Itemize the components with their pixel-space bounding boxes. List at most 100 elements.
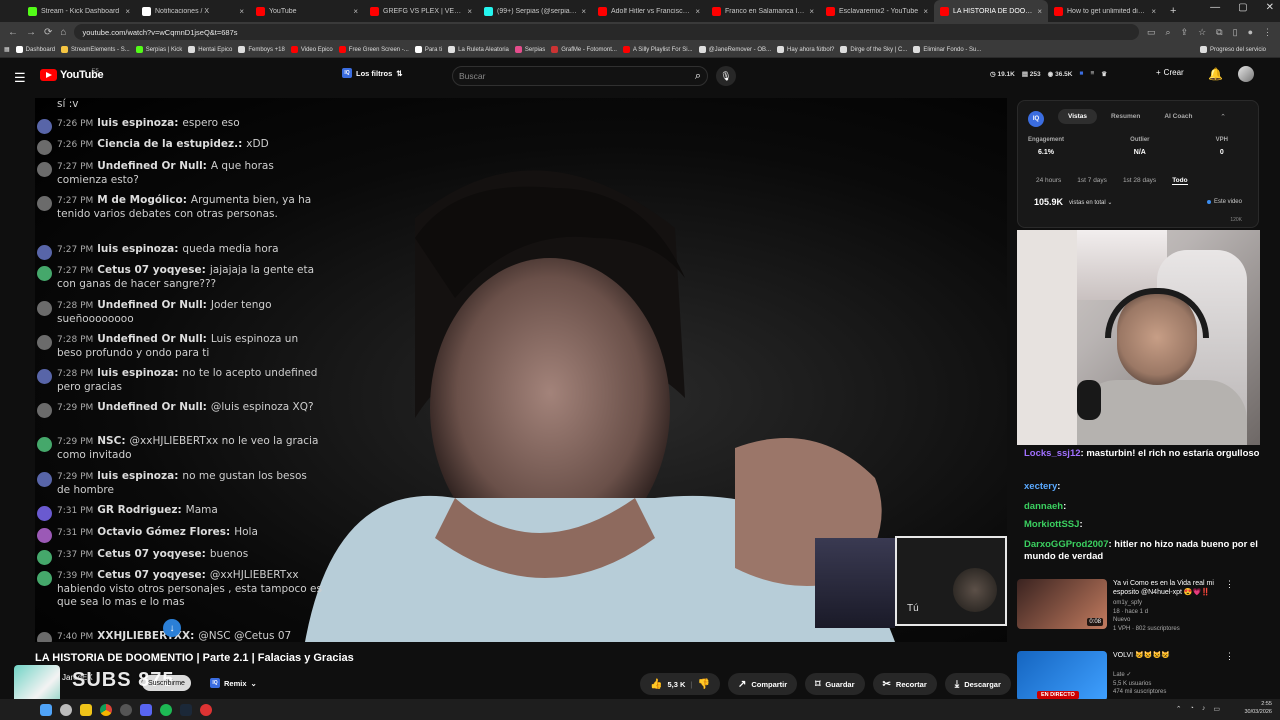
menu-icon[interactable]: ☰ <box>14 70 26 86</box>
share-button[interactable]: ↗ Compartir <box>727 673 798 695</box>
create-button[interactable]: + Crear <box>1156 68 1184 77</box>
bookmark-item[interactable]: StreamElements - S... <box>61 46 130 53</box>
bookmark-item[interactable]: Hay ahora fútbol? <box>777 46 834 53</box>
like-button[interactable]: 👍 5,3 K | 👎 <box>640 673 720 695</box>
windows-start-icon[interactable] <box>40 703 52 716</box>
browser-menu-icon[interactable]: ⋮ <box>1263 27 1272 38</box>
browser-tab[interactable]: Stream - Kick Dashboard × <box>22 0 136 22</box>
back-icon[interactable]: ← <box>8 27 18 38</box>
bookmark-star-icon[interactable]: ☆ <box>1198 27 1206 38</box>
browser-tab[interactable]: (99+) Serpias (@serpias) | TikTok × <box>478 0 592 22</box>
bookmark-item[interactable]: Free Green Screen -... <box>338 46 409 53</box>
close-tab-icon[interactable]: × <box>467 7 472 16</box>
scroll-down-icon[interactable]: ↓ <box>163 619 181 637</box>
app-red-icon[interactable] <box>200 703 212 716</box>
wifi-icon[interactable]: ◔ <box>1190 705 1194 713</box>
bookmark-item[interactable]: Hentai Epico <box>188 46 232 53</box>
bookmark-item[interactable]: Dirge of the Sky | C... <box>840 46 907 53</box>
close-tab-icon[interactable]: × <box>809 7 814 16</box>
account-avatar[interactable] <box>1238 66 1254 82</box>
rec-title[interactable]: VOLVI 😺😺😺😺 <box>1113 651 1233 660</box>
reload-icon[interactable]: ⟳ <box>44 27 52 38</box>
extensions-icon[interactable]: ⧉ <box>1216 27 1222 38</box>
close-tab-icon[interactable]: × <box>125 7 130 16</box>
minimize-icon[interactable]: — <box>1210 2 1220 13</box>
collapse-icon[interactable]: ⌃ <box>1220 113 1226 121</box>
bookmark-item[interactable]: Eliminar Fondo - Su... <box>913 46 981 53</box>
iq-tool-icon[interactable]: ■ <box>1080 70 1084 78</box>
discord-icon[interactable] <box>140 703 152 716</box>
browser-tab[interactable]: How to get unlimited diamonds× <box>1048 0 1162 22</box>
chrome-icon[interactable] <box>100 703 112 716</box>
bookmark-item[interactable]: Progreso del servicio <box>1199 46 1276 53</box>
total-views-dropdown[interactable]: vistas en total ⌄ <box>1069 199 1112 206</box>
browser-tab[interactable]: Franco en Salamanca I. 1937× <box>706 0 820 22</box>
close-tab-icon[interactable]: × <box>353 7 358 16</box>
close-tab-icon[interactable]: × <box>581 7 586 16</box>
iq-range-option[interactable]: Todo <box>1172 177 1188 185</box>
video-player[interactable]: sí :v 7:26 PM luis espinoza: espero eso 7:26… <box>35 98 1007 642</box>
iq-range-option[interactable]: 1st 7 days <box>1077 177 1107 185</box>
search-icon[interactable]: ⌕ <box>695 70 701 83</box>
sidepanel-icon[interactable]: ▯ <box>1233 27 1238 38</box>
home-icon[interactable]: ⌂ <box>60 27 66 38</box>
browser-tab[interactable]: Notificaciones / X × <box>136 0 250 22</box>
download-button[interactable]: ⤓ Descargar <box>944 673 1011 695</box>
remix-button[interactable]: IQ Remix ⌄ <box>204 675 263 691</box>
browser-tab[interactable]: Esclavaremix2 - YouTube × <box>820 0 934 22</box>
rec-more-icon[interactable]: ⋮ <box>1225 651 1234 662</box>
rec-thumbnail[interactable]: EN DIRECTO <box>1017 651 1107 701</box>
bookmark-item[interactable]: GrafMe - Fotomont... <box>551 46 617 53</box>
thumbs-down-icon[interactable]: 👎 <box>698 679 710 690</box>
new-tab-icon[interactable]: + <box>1162 5 1184 17</box>
file-explorer-icon[interactable] <box>80 703 92 716</box>
clip-button[interactable]: ✂ Recortar <box>872 673 937 695</box>
close-tab-icon[interactable]: × <box>923 7 928 16</box>
search-taskbar-icon[interactable] <box>60 703 72 716</box>
iq-tab[interactable]: Resumen <box>1101 109 1150 124</box>
forward-icon[interactable]: → <box>26 27 36 38</box>
iq-tab[interactable]: Vistas <box>1058 109 1098 124</box>
url-field[interactable]: youtube.com/watch?v=wCqmnD1jseQ&t=687s <box>74 24 1139 40</box>
browser-tab[interactable]: LA HISTORIA DE DOOMENTIO × <box>934 0 1048 22</box>
cast-icon[interactable]: ▭ <box>1147 27 1156 38</box>
clock[interactable]: 2:55 30/03/2026 <box>1244 701 1272 716</box>
close-window-icon[interactable]: ✕ <box>1266 2 1274 13</box>
subscribe-button[interactable]: Suscribirme <box>142 675 191 691</box>
bookmark-item[interactable]: A Silly Playlist For Si... <box>622 46 693 53</box>
close-tab-icon[interactable]: × <box>1037 7 1042 16</box>
close-tab-icon[interactable]: × <box>1151 7 1156 16</box>
profile-icon[interactable]: ● <box>1248 27 1253 38</box>
rec-thumbnail[interactable]: 0:08 <box>1017 579 1107 629</box>
volume-icon[interactable]: ♪ <box>1202 705 1206 713</box>
iq-range-option[interactable]: 1st 28 days <box>1123 177 1156 185</box>
bookmark-item[interactable]: Para ti <box>414 46 442 53</box>
mic-icon[interactable]: 🎙 <box>716 66 736 86</box>
bookmark-item[interactable]: Serpias <box>514 46 545 53</box>
browser-tab[interactable]: Adolf Hitler vs Francisco Franco × <box>592 0 706 22</box>
steam-icon[interactable] <box>180 703 192 716</box>
browser-tab[interactable]: GREFG VS PLEX | VELADA DEL AÑO × <box>364 0 478 22</box>
tray-chevron-icon[interactable]: ⌃ <box>1176 705 1182 713</box>
iq-tab[interactable]: AI Coach <box>1154 109 1202 124</box>
close-tab-icon[interactable]: × <box>695 7 700 16</box>
bookmark-item[interactable]: La Ruleta Aleatoria <box>448 46 509 53</box>
bookmark-item[interactable]: Video Epico <box>290 46 333 53</box>
iq-range-option[interactable]: 24 hours <box>1036 177 1061 185</box>
bookmark-item[interactable]: Serpias | Kick <box>135 46 182 53</box>
notifications-bell-icon[interactable]: 🔔 <box>1208 67 1223 81</box>
rec-title[interactable]: Ya vi Como es en la Vida real mi esposit… <box>1113 579 1233 597</box>
share-page-icon[interactable]: ⇪ <box>1181 27 1189 38</box>
bookmark-item[interactable]: Femboys +18 <box>238 46 285 53</box>
bookmark-item[interactable]: @JaneRemover - OB... <box>698 46 771 53</box>
zoom-icon[interactable]: ⌕ <box>1166 27 1171 38</box>
bookmark-item[interactable]: Dashboard <box>15 46 55 53</box>
maximize-icon[interactable]: ▢ <box>1238 2 1247 13</box>
battery-icon[interactable]: ▭ <box>1213 705 1220 713</box>
list-icon[interactable]: ≡ <box>1090 70 1094 78</box>
spotify-icon[interactable] <box>160 703 172 716</box>
trophy-icon[interactable]: ♛ <box>1101 70 1107 78</box>
save-button[interactable]: ⌑ Guardar <box>805 673 865 695</box>
close-tab-icon[interactable]: × <box>239 7 244 16</box>
browser-tab[interactable]: YouTube × <box>250 0 364 22</box>
